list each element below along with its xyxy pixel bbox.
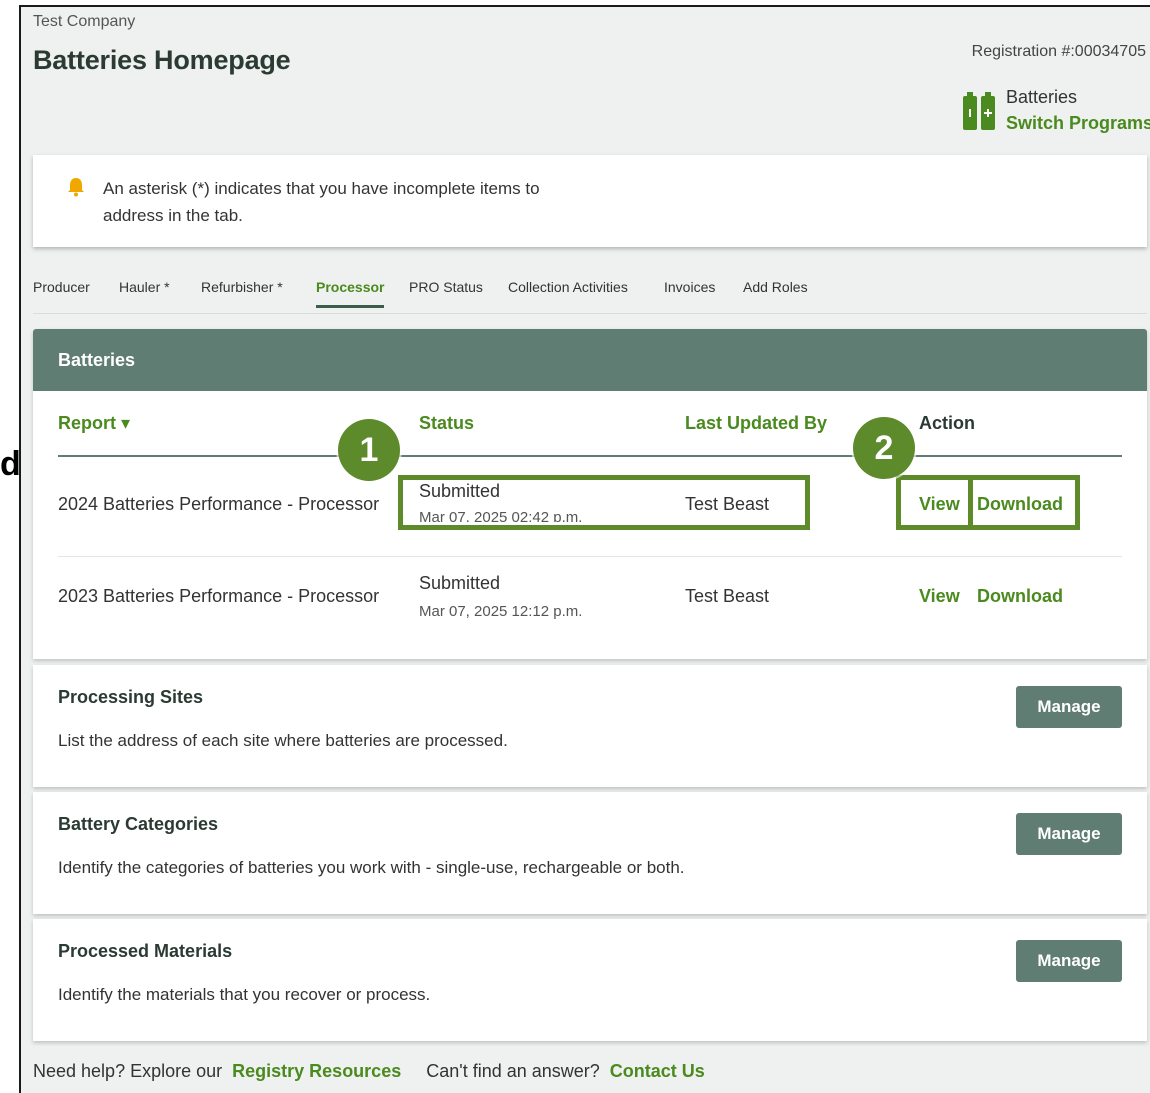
processing-sites-title: Processing Sites (58, 687, 204, 707)
bell-icon (68, 178, 84, 197)
processing-sites-description: List the address of each site where batt… (58, 731, 508, 750)
battery-icon (963, 92, 995, 130)
row-2-status: Submitted (419, 573, 501, 593)
column-status: Status (419, 413, 475, 433)
tab-processor[interactable]: Processor (316, 279, 385, 308)
processing-sites-card: Processing Sites List the address of eac… (33, 665, 1147, 787)
registry-resources-link[interactable]: Registry Resources (232, 1061, 401, 1081)
tab-hauler[interactable]: Hauler * (119, 279, 170, 305)
tab-invoices[interactable]: Invoices (664, 279, 715, 305)
program-tabs: Producer Hauler * Refurbisher * Processo… (33, 275, 1147, 314)
battery-categories-title: Battery Categories (58, 814, 219, 834)
tab-collection-activities[interactable]: Collection Activities (508, 279, 628, 305)
status-highlight-box (398, 475, 810, 530)
processing-sites-manage-button[interactable]: Manage (1016, 686, 1122, 728)
battery-categories-manage-button[interactable]: Manage (1016, 813, 1122, 855)
callout-badge-1: 1 (338, 419, 400, 481)
contact-prefix: Can't find an answer? (426, 1061, 600, 1081)
incomplete-items-notice: An asterisk (*) indicates that you have … (33, 155, 1147, 247)
processed-materials-manage-button[interactable]: Manage (1016, 940, 1122, 982)
stray-text: d (0, 445, 21, 483)
battery-categories-description: Identify the categories of batteries you… (58, 858, 685, 877)
row-2-download-link[interactable]: Download (977, 586, 1063, 607)
help-prefix: Need help? Explore our (33, 1061, 223, 1081)
column-last-updated-by: Last Updated By (685, 413, 828, 433)
tab-add-roles[interactable]: Add Roles (743, 279, 808, 305)
column-report[interactable]: Report ▾ (58, 413, 130, 434)
notice-text: An asterisk (*) indicates that you have … (103, 179, 540, 225)
row-2-report: 2023 Batteries Performance - Processor (58, 586, 380, 606)
view-highlight-box (896, 475, 973, 530)
header-divider (58, 455, 1122, 457)
row-1-report: 2024 Batteries Performance - Processor (58, 494, 380, 514)
app-frame: Test Company Batteries Homepage Registra… (19, 5, 1150, 1093)
battery-categories-card: Battery Categories Identify the categori… (33, 792, 1147, 914)
program-switcher: Batteries Switch Programs (963, 85, 1150, 137)
processed-materials-card: Processed Materials Identify the materia… (33, 919, 1147, 1041)
processed-materials-title: Processed Materials (58, 941, 233, 961)
row-2-date: Mar 07, 2025 12:12 p.m. (419, 603, 583, 620)
download-highlight-box (968, 475, 1080, 530)
row-2-updated-by: Test Beast (685, 586, 770, 606)
page-title: Batteries Homepage (33, 45, 291, 75)
tab-pro-status[interactable]: PRO Status (409, 279, 483, 305)
column-action: Action (919, 413, 975, 433)
switch-programs-link[interactable]: Switch Programs (1006, 113, 1150, 134)
callout-badge-2: 2 (853, 417, 915, 479)
tab-refurbisher[interactable]: Refurbisher * (201, 279, 283, 305)
processed-materials-description: Identify the materials that you recover … (58, 985, 431, 1004)
registration-number: Registration #:00034705 (971, 43, 1146, 60)
row-divider (58, 556, 1122, 557)
contact-us-link[interactable]: Contact Us (610, 1061, 705, 1081)
tab-producer[interactable]: Producer (33, 279, 90, 305)
program-name: Batteries (1006, 87, 1078, 107)
company-name: Test Company (33, 13, 136, 30)
help-footer: Need help? Explore our Registry Resource… (33, 1061, 705, 1082)
batteries-card-title: Batteries (33, 329, 1147, 391)
row-2-view-link[interactable]: View (919, 586, 960, 607)
